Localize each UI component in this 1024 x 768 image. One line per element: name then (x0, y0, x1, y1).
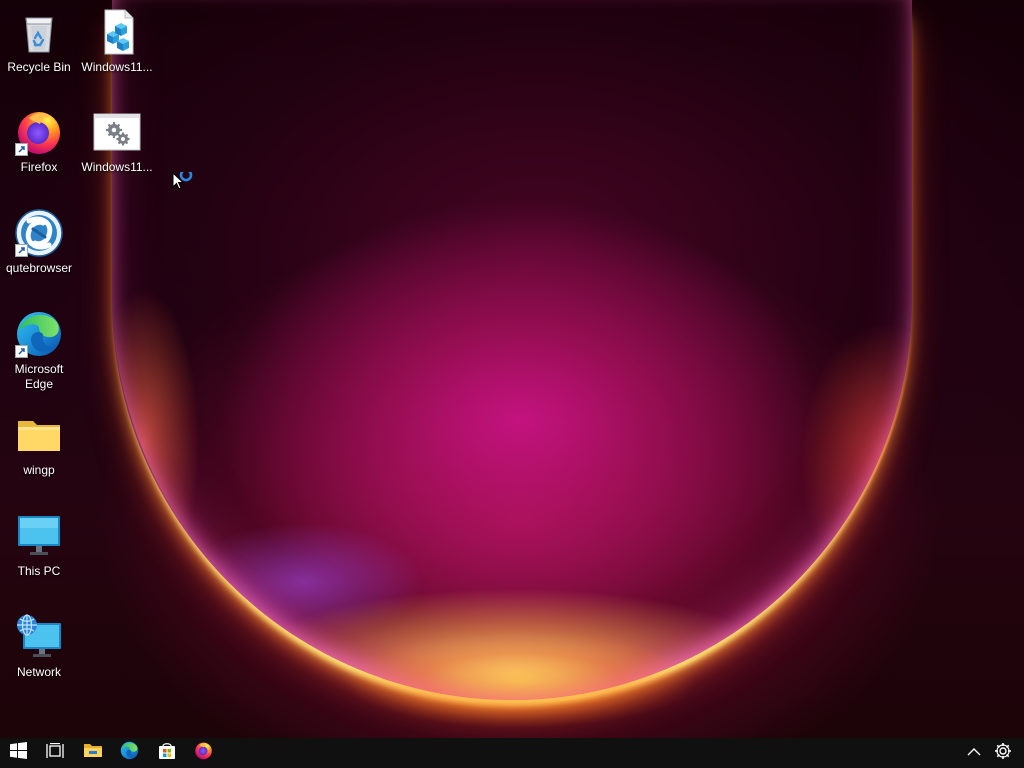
task-view-icon (45, 742, 64, 764)
shortcut-arrow-icon (15, 345, 28, 358)
desktop-icon-label: Windows11... (81, 60, 153, 74)
firefox-icon (194, 741, 213, 765)
network-icon (15, 613, 63, 661)
mouse-pointer-busy-icon (172, 168, 198, 199)
settings-file-icon (93, 108, 141, 156)
desktop-icon-registry-file[interactable]: Windows11... (79, 8, 155, 75)
wallpaper-glow (112, 0, 916, 704)
settings-button[interactable] (987, 738, 1019, 768)
desktop-icon-this-pc[interactable]: This PC (1, 512, 77, 579)
desktop-icon-qutebrowser[interactable]: qutebrowser (1, 209, 77, 276)
store-icon (158, 742, 176, 765)
firefox-taskbar-button[interactable] (185, 738, 222, 768)
desktop-icon-recycle-bin[interactable]: Recycle Bin (1, 8, 77, 75)
desktop-icon-label: qutebrowser (5, 261, 73, 275)
desktop-icon-label: Windows11... (81, 160, 153, 174)
desktop-icon-label: wingp (23, 463, 55, 477)
qutebrowser-icon (15, 209, 63, 257)
wallpaper-bottom-glow (300, 610, 740, 738)
monitor-icon (15, 512, 63, 560)
start-button[interactable] (0, 738, 37, 768)
folder-icon (83, 742, 103, 764)
desktop-icon-label: This PC (17, 564, 61, 578)
show-hidden-icons-button[interactable] (957, 738, 991, 768)
desktop-icon-label: Recycle Bin (7, 60, 71, 74)
edge-icon (120, 741, 139, 765)
taskbar (0, 738, 1024, 768)
wallpaper-ring (112, 0, 912, 700)
firefox-icon (15, 108, 63, 156)
desktop-icon-microsoft-edge[interactable]: Microsoft Edge (1, 310, 77, 392)
gear-icon (994, 742, 1012, 765)
desktop-icon-label: Firefox (20, 160, 58, 174)
desktop-icon-wingp-folder[interactable]: wingp (1, 411, 77, 478)
registry-file-icon (93, 8, 141, 56)
recycle-bin-icon (15, 8, 63, 56)
file-explorer-button[interactable] (74, 738, 111, 768)
chevron-up-icon (967, 744, 981, 762)
folder-icon (15, 411, 63, 459)
edge-icon (15, 310, 63, 358)
desktop[interactable]: Recycle Bin Windows11... Firefox Windows… (0, 0, 1024, 738)
store-button[interactable] (148, 738, 185, 768)
windows-logo-icon (10, 742, 27, 764)
desktop-icon-label: Microsoft Edge (14, 362, 64, 391)
shortcut-arrow-icon (15, 143, 28, 156)
desktop-icon-label: Network (16, 665, 61, 679)
desktop-icon-firefox[interactable]: Firefox (1, 108, 77, 175)
task-view-button[interactable] (36, 738, 73, 768)
edge-taskbar-button[interactable] (111, 738, 148, 768)
shortcut-arrow-icon (15, 244, 28, 257)
desktop-icon-settings-file[interactable]: Windows11... (79, 108, 155, 175)
desktop-icon-network[interactable]: Network (1, 613, 77, 680)
